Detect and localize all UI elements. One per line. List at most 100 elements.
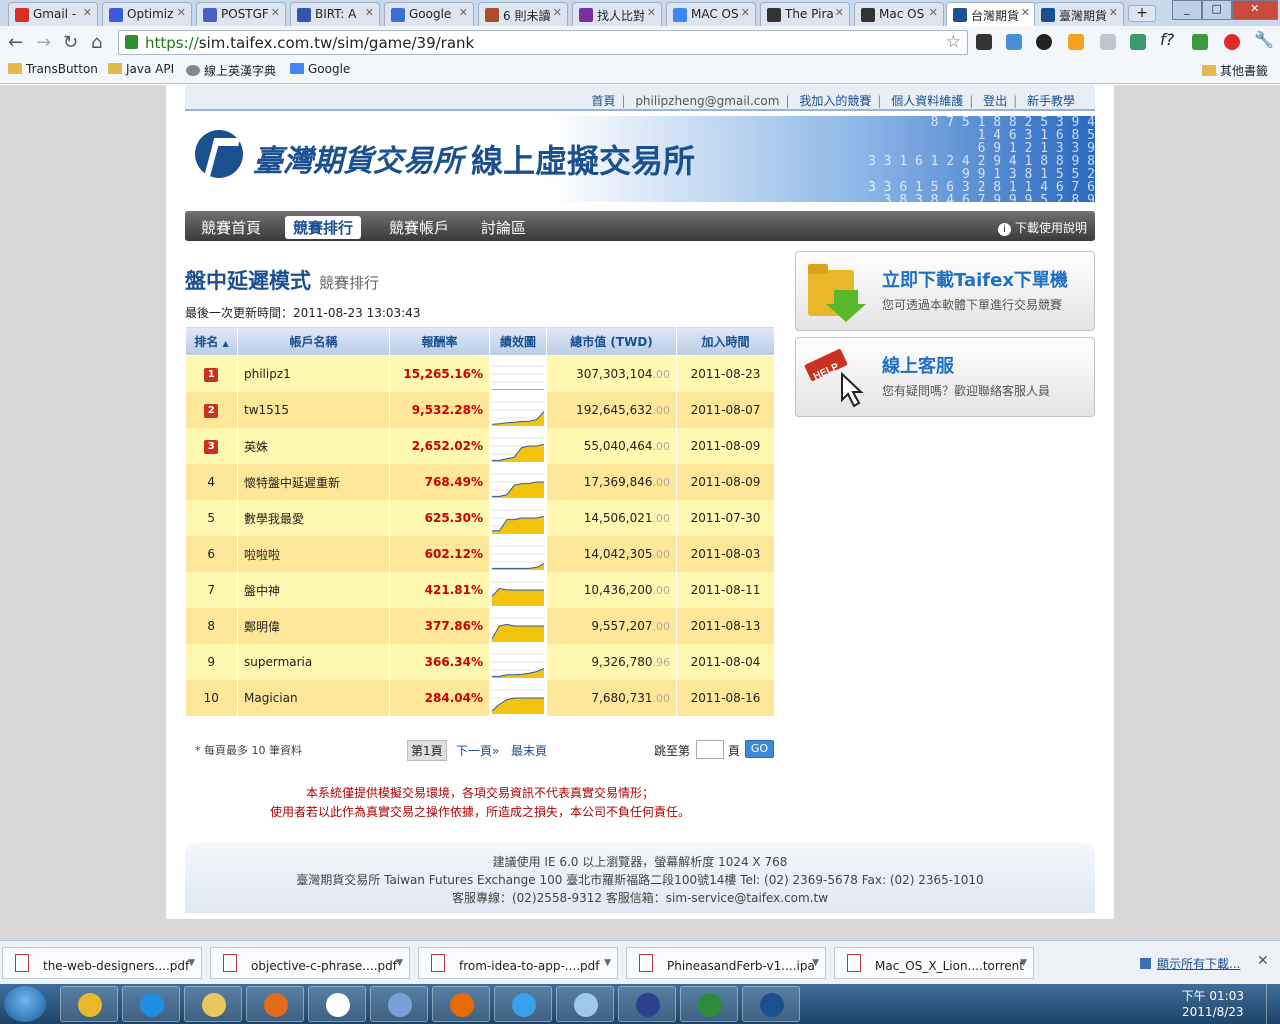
screenshot-extension-icon[interactable] bbox=[1130, 34, 1146, 50]
formula-extension-icon[interactable]: f? bbox=[1160, 30, 1176, 49]
taskbar-app-1[interactable] bbox=[60, 986, 118, 1022]
close-downloads-icon[interactable]: ✕ bbox=[1257, 953, 1269, 969]
download-menu-chevron-icon[interactable]: ▼ bbox=[604, 958, 611, 968]
bookmark-dictionary[interactable]: 線上英漢字典 bbox=[186, 62, 276, 79]
start-button[interactable] bbox=[4, 986, 46, 1022]
cloud-extension-icon[interactable] bbox=[1100, 34, 1116, 50]
account-name[interactable]: philipz1 bbox=[237, 355, 390, 392]
taskbar-app-9[interactable] bbox=[556, 986, 614, 1022]
download-menu-chevron-icon[interactable]: ▼ bbox=[188, 958, 195, 968]
close-tab-icon[interactable]: ✕ bbox=[271, 6, 280, 19]
tab-1[interactable]: Gmail - ✕ bbox=[8, 2, 98, 26]
next-page-link[interactable]: 下一頁» bbox=[456, 742, 499, 759]
go-button[interactable]: GO bbox=[745, 740, 774, 758]
download-item[interactable]: objective-c-phrase....pdf ▼ bbox=[210, 947, 410, 979]
bookmark-transbutton[interactable]: TransButton bbox=[8, 62, 98, 76]
tab-3[interactable]: POSTGF ✕ bbox=[196, 2, 286, 26]
tab-5[interactable]: Google ✕ bbox=[384, 2, 474, 26]
menu-forum[interactable]: 討論區 bbox=[473, 216, 534, 239]
account-name[interactable]: Magician bbox=[237, 680, 390, 716]
tab-8[interactable]: MAC OS ✕ bbox=[666, 2, 756, 26]
extension-icon[interactable] bbox=[976, 34, 992, 50]
tab-7[interactable]: 找人比對 ✕ bbox=[572, 2, 662, 26]
system-clock[interactable]: 下午 01:03 2011/8/23 bbox=[1182, 988, 1244, 1020]
account-name[interactable]: 盤中神 bbox=[237, 572, 390, 608]
col-market-value[interactable]: 總市值 (TWD) bbox=[546, 326, 677, 356]
nav-logout-link[interactable]: 登出 bbox=[977, 94, 1013, 108]
close-tab-icon[interactable]: ✕ bbox=[929, 6, 938, 19]
download-item[interactable]: the-web-designers....pdf ▼ bbox=[2, 947, 202, 979]
account-name[interactable]: 啦啦啦 bbox=[237, 536, 390, 572]
close-tab-icon[interactable]: ✕ bbox=[647, 6, 656, 19]
download-menu-chevron-icon[interactable]: ▼ bbox=[1020, 958, 1027, 968]
taskbar-app-10[interactable] bbox=[618, 986, 676, 1022]
translate-icon[interactable] bbox=[1006, 34, 1022, 50]
evernote-icon[interactable] bbox=[1192, 34, 1208, 50]
support-promo[interactable]: HELP 線上客服 您有疑問嗎？歡迎聯絡客服人員 bbox=[795, 337, 1095, 417]
download-promo[interactable]: 立即下載Taifex下單機 您可透過本軟體下單進行交易競賽 bbox=[795, 251, 1095, 331]
close-tab-icon[interactable]: ✕ bbox=[459, 6, 468, 19]
taskbar-app-3[interactable] bbox=[184, 986, 242, 1022]
tab-10[interactable]: Mac OS ✕ bbox=[854, 2, 944, 26]
bookmark-java-api[interactable]: Java API bbox=[108, 62, 174, 76]
tab-9[interactable]: The Pira ✕ bbox=[760, 2, 850, 26]
close-tab-icon[interactable]: ✕ bbox=[741, 6, 750, 19]
new-tab-button[interactable]: + bbox=[1128, 5, 1156, 22]
wrench-menu-icon[interactable]: 🔧 bbox=[1254, 30, 1274, 49]
download-item[interactable]: from-idea-to-app-....pdf ▼ bbox=[418, 947, 618, 979]
menu-ranking[interactable]: 競賽排行 bbox=[285, 216, 362, 239]
minimize-button[interactable]: _ bbox=[1172, 0, 1202, 20]
menu-game-home[interactable]: 競賽首頁 bbox=[193, 216, 269, 239]
jump-page-input[interactable] bbox=[696, 740, 724, 759]
close-tab-icon[interactable]: ✕ bbox=[177, 6, 186, 19]
forward-arrow-icon[interactable]: → bbox=[36, 32, 51, 53]
other-bookmarks[interactable]: 其他書籤 bbox=[1202, 62, 1268, 79]
nav-home-link[interactable]: 首頁 bbox=[585, 94, 621, 108]
col-return[interactable]: 報酬率 bbox=[389, 326, 490, 356]
maximize-button[interactable]: □ bbox=[1201, 0, 1232, 20]
show-desktop-button[interactable] bbox=[1266, 984, 1280, 1024]
close-tab-icon[interactable]: ✕ bbox=[1021, 6, 1030, 19]
account-name[interactable]: 英姝 bbox=[237, 428, 390, 464]
bookmark-star-icon[interactable]: ☆ bbox=[946, 32, 961, 52]
close-tab-icon[interactable]: ✕ bbox=[83, 6, 92, 19]
tab-12[interactable]: 臺灣期貨 ✕ bbox=[1034, 2, 1124, 26]
close-window-button[interactable]: ✕ bbox=[1231, 0, 1278, 20]
reload-icon[interactable]: ↻ bbox=[63, 32, 78, 53]
close-tab-icon[interactable]: ✕ bbox=[365, 6, 374, 19]
nav-profile-link[interactable]: 個人資料維護 bbox=[885, 94, 969, 108]
account-name[interactable]: 鄭明偉 bbox=[237, 608, 390, 644]
back-arrow-icon[interactable]: ← bbox=[8, 32, 23, 53]
download-item[interactable]: Mac_OS_X_Lion....torrent ▼ bbox=[834, 947, 1034, 979]
taskbar-app-12[interactable] bbox=[742, 986, 800, 1022]
home-icon[interactable]: ⌂ bbox=[91, 32, 102, 53]
account-name[interactable]: 懷特盤中延遲重新 bbox=[237, 464, 390, 500]
url-text[interactable]: https://sim.taifex.com.tw/sim/game/39/ra… bbox=[145, 34, 474, 52]
taskbar-app-8[interactable] bbox=[494, 986, 552, 1022]
account-name[interactable]: supermaria bbox=[237, 644, 390, 680]
account-name[interactable]: tw1515 bbox=[237, 392, 390, 428]
download-menu-chevron-icon[interactable]: ▼ bbox=[396, 958, 403, 968]
show-all-downloads-link[interactable]: 顯示所有下載... bbox=[1140, 955, 1240, 972]
taskbar-app-6[interactable] bbox=[370, 986, 428, 1022]
menu-account[interactable]: 競賽帳戶 bbox=[381, 216, 457, 239]
tab-2[interactable]: Optimiz ✕ bbox=[102, 2, 192, 26]
taskbar-app-11[interactable] bbox=[680, 986, 738, 1022]
download-menu-chevron-icon[interactable]: ▼ bbox=[812, 958, 819, 968]
taskbar-app-7[interactable] bbox=[432, 986, 490, 1022]
taskbar-app-4[interactable] bbox=[246, 986, 304, 1022]
highlight-extension-icon[interactable] bbox=[1068, 34, 1084, 50]
search-extension-icon[interactable] bbox=[1036, 34, 1052, 50]
nav-my-games-link[interactable]: 我加入的競賽 bbox=[793, 94, 877, 108]
col-join-date[interactable]: 加入時間 bbox=[676, 326, 775, 356]
tab-6[interactable]: 6 則未讀 ✕ bbox=[478, 2, 568, 26]
account-name[interactable]: 數學我最愛 bbox=[237, 500, 390, 536]
bookmark-google[interactable]: Google bbox=[290, 62, 350, 76]
col-account[interactable]: 帳戶名稱 bbox=[237, 326, 390, 356]
opera-extension-icon[interactable] bbox=[1224, 34, 1240, 50]
taskbar-app-5[interactable] bbox=[308, 986, 366, 1022]
last-page-link[interactable]: 最末頁 bbox=[511, 742, 547, 759]
taskbar-app-2[interactable] bbox=[122, 986, 180, 1022]
download-item[interactable]: PhineasandFerb-v1....ipa ▼ bbox=[626, 947, 826, 979]
tab-11[interactable]: 台灣期貨 ✕ bbox=[946, 2, 1036, 26]
